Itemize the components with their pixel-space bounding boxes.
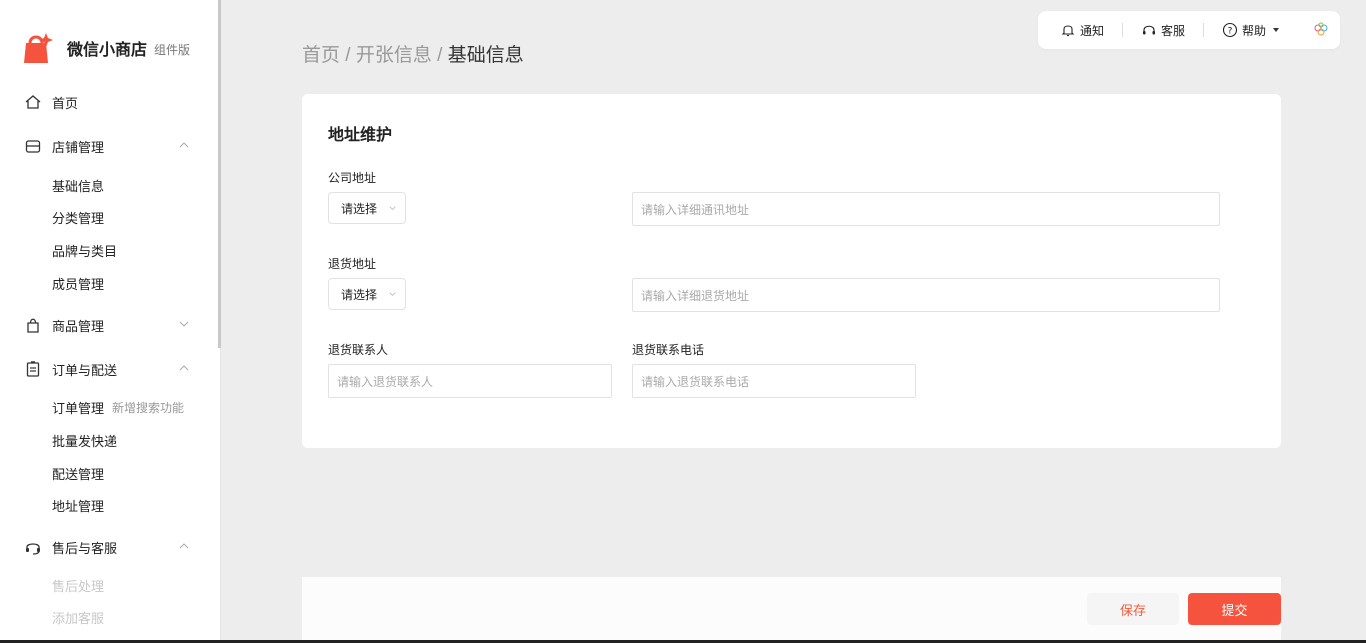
chevron-up-icon — [179, 365, 189, 371]
sidebar-item-label: 配送管理 — [52, 466, 105, 482]
nav-goods-label: 商品管理 — [52, 318, 105, 334]
sidebar-item-label: 分类管理 — [52, 210, 105, 226]
brand-name: 微信小商店 — [67, 42, 148, 59]
clipboard-icon — [26, 361, 40, 377]
store-icon — [25, 140, 41, 153]
input-placeholder: 请输入详细通讯地址 — [641, 202, 750, 217]
sidebar-item-category[interactable]: 分类管理 — [52, 207, 104, 227]
submit-button[interactable]: 提交 — [1188, 593, 1281, 625]
sidebar-item-basic-info[interactable]: 基础信息 — [52, 175, 104, 195]
sidebar-item-after-sales-handle[interactable]: 售后处理 — [52, 575, 104, 595]
notify-button[interactable]: 通知 — [1060, 22, 1104, 39]
sidebar-item-order-manage[interactable]: 订单管理 新增搜索功能 — [52, 397, 184, 417]
help-label: 帮助 — [1242, 23, 1267, 38]
brand[interactable]: 微信小商店 组件版 — [22, 30, 190, 66]
select-value: 请选择 — [341, 201, 378, 216]
return-contact-input[interactable]: 请输入退货联系人 — [328, 364, 612, 398]
avatar[interactable] — [1312, 21, 1330, 39]
svg-text:?: ? — [1228, 27, 1233, 37]
sidebar-item-label: 基础信息 — [52, 178, 105, 194]
return-phone-input[interactable]: 请输入退货联系电话 — [632, 364, 916, 398]
return-region-select[interactable]: 请选择 — [328, 278, 406, 310]
sidebar-item-label: 成员管理 — [52, 276, 105, 292]
nav-orders-label: 订单与配送 — [52, 362, 118, 378]
sidebar: 微信小商店 组件版 首页 店铺管理 基础信息 分类管理 品牌与类目 成员管理 商… — [0, 0, 221, 643]
sidebar-item-members[interactable]: 成员管理 — [52, 273, 104, 293]
sidebar-item-label: 品牌与类目 — [52, 243, 118, 259]
chevron-down-icon — [389, 206, 396, 211]
nav-after-sales-label: 售后与客服 — [52, 540, 118, 556]
sidebar-scrollbar[interactable] — [218, 0, 221, 348]
service-label: 客服 — [1161, 23, 1186, 38]
breadcrumb-home[interactable]: 首页 — [302, 45, 340, 66]
sidebar-item-label: 订单管理 — [52, 400, 105, 416]
company-region-select[interactable]: 请选择 — [328, 192, 406, 224]
return-contact-label: 退货联系人 — [328, 343, 389, 357]
help-button[interactable]: ? 帮助 — [1222, 22, 1281, 39]
home-icon — [25, 95, 41, 109]
caret-down-icon — [1273, 28, 1280, 32]
nav-goods[interactable]: 商品管理 — [24, 313, 194, 337]
card-title: 地址维护 — [328, 127, 393, 144]
sidebar-item-label: 地址管理 — [52, 498, 105, 514]
sidebar-item-batch-ship[interactable]: 批量发快递 — [52, 430, 117, 450]
headset-icon — [1143, 25, 1156, 35]
breadcrumb: 首页 / 开张信息 / 基础信息 — [302, 40, 524, 67]
bell-icon — [1061, 25, 1075, 37]
return-address-label: 退货地址 — [328, 257, 377, 271]
divider — [1122, 23, 1124, 37]
sidebar-item-label: 售后处理 — [52, 578, 105, 594]
breadcrumb-separator: / — [345, 45, 351, 66]
divider — [1203, 23, 1205, 37]
sidebar-item-label: 批量发快递 — [52, 433, 118, 449]
headset-icon — [26, 543, 40, 555]
nav-home[interactable]: 首页 — [24, 90, 194, 114]
breadcrumb-current: 基础信息 — [447, 45, 524, 66]
shopping-bag-icon — [27, 318, 39, 333]
breadcrumb-separator: / — [437, 45, 443, 66]
sidebar-item-add-service[interactable]: 添加客服 — [52, 607, 104, 627]
save-button[interactable]: 保存 — [1087, 593, 1179, 625]
service-button[interactable]: 客服 — [1141, 22, 1185, 39]
chevron-up-icon — [179, 142, 189, 148]
chevron-down-icon — [389, 292, 396, 297]
select-value: 请选择 — [341, 287, 378, 302]
brand-edition: 组件版 — [154, 42, 191, 57]
return-phone-label: 退货联系电话 — [632, 343, 705, 357]
question-circle-icon: ? — [1222, 22, 1238, 38]
shop-bag-logo-icon — [24, 33, 53, 63]
company-address-input[interactable]: 请输入详细通讯地址 — [632, 192, 1220, 226]
input-placeholder: 请输入退货联系电话 — [641, 374, 750, 389]
top-toolbar: 通知 客服 ? 帮助 — [1038, 11, 1340, 49]
sidebar-item-address[interactable]: 地址管理 — [52, 495, 104, 515]
chevron-down-icon — [179, 321, 189, 327]
new-feature-tag: 新增搜索功能 — [112, 400, 185, 415]
sidebar-item-delivery[interactable]: 配送管理 — [52, 463, 104, 483]
nav-store[interactable]: 店铺管理 — [24, 134, 194, 158]
sidebar-item-brand[interactable]: 品牌与类目 — [52, 240, 117, 260]
input-placeholder: 请输入退货联系人 — [337, 374, 434, 389]
nav-orders[interactable]: 订单与配送 — [24, 357, 194, 381]
input-placeholder: 请输入详细退货地址 — [641, 288, 750, 303]
company-address-label: 公司地址 — [328, 171, 377, 185]
action-bar: 保存 提交 — [302, 577, 1281, 643]
breadcrumb-open-info[interactable]: 开张信息 — [356, 45, 432, 66]
nav-after-sales[interactable]: 售后与客服 — [24, 535, 194, 559]
chevron-up-icon — [179, 543, 189, 549]
nav-home-label: 首页 — [52, 95, 79, 111]
sidebar-item-label: 添加客服 — [52, 610, 105, 626]
notify-label: 通知 — [1080, 23, 1105, 38]
return-address-input[interactable]: 请输入详细退货地址 — [632, 278, 1220, 312]
address-card: 地址维护 公司地址 请选择 请输入详细通讯地址 退货地址 请选择 请输入详细退货… — [302, 94, 1281, 448]
nav-store-label: 店铺管理 — [52, 139, 105, 155]
